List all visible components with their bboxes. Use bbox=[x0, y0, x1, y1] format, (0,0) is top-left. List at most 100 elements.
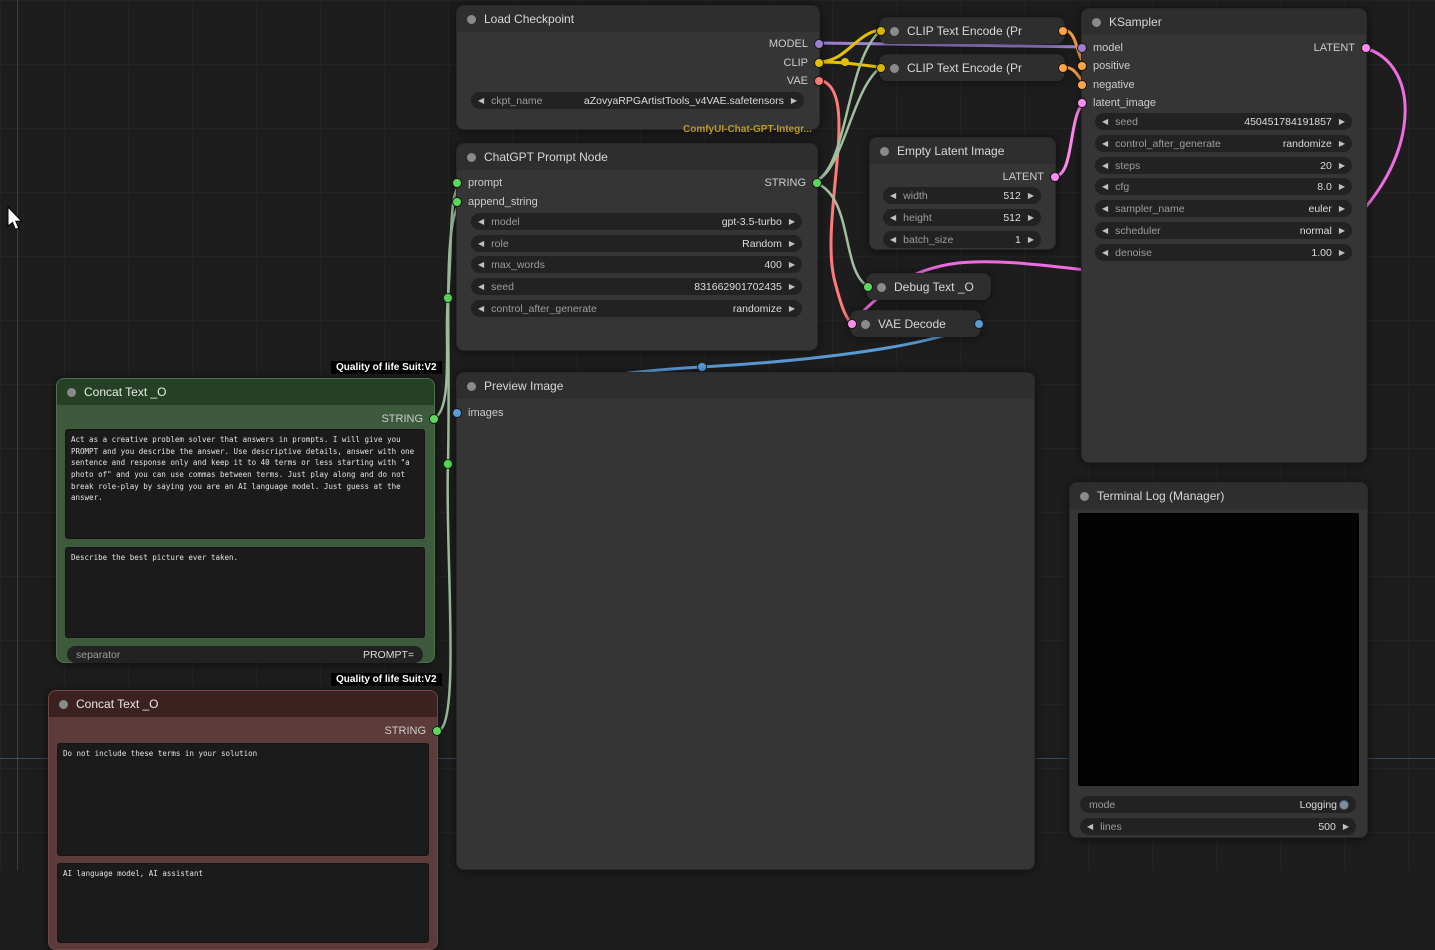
prev-arrow-icon[interactable]: ◀ bbox=[1102, 118, 1108, 126]
vae-output-dot[interactable] bbox=[814, 76, 824, 86]
collapse-dot-icon[interactable] bbox=[861, 320, 870, 329]
prev-arrow-icon[interactable]: ◀ bbox=[478, 261, 484, 269]
next-arrow-icon[interactable]: ▶ bbox=[1339, 118, 1345, 126]
widget-seed[interactable]: ◀ seed 450451784191857 ▶ bbox=[1095, 113, 1352, 130]
widget-max-words[interactable]: ◀ max_words 400 ▶ bbox=[471, 256, 802, 273]
collapsed-input-dot[interactable] bbox=[847, 319, 857, 329]
collapse-dot-icon[interactable] bbox=[880, 147, 889, 156]
widget-batch-size[interactable]: ◀ batch_size 1 ▶ bbox=[883, 231, 1041, 248]
next-arrow-icon[interactable]: ▶ bbox=[789, 305, 795, 313]
text-field-1[interactable]: Act as a creative problem solver that an… bbox=[65, 429, 425, 539]
node-vae-decode[interactable]: VAE Decode bbox=[850, 310, 981, 336]
node-load-checkpoint[interactable]: Load Checkpoint MODEL CLIP VAE ◀ ckpt_na… bbox=[456, 5, 820, 130]
collapse-dot-icon[interactable] bbox=[59, 700, 68, 709]
node-graph-canvas[interactable]: Load Checkpoint MODEL CLIP VAE ◀ ckpt_na… bbox=[0, 0, 1435, 870]
mode-toggle-icon[interactable] bbox=[1339, 800, 1349, 810]
model-output-dot[interactable] bbox=[814, 39, 824, 49]
text-field-2[interactable]: AI language model, AI assistant bbox=[57, 863, 429, 943]
widget-separator[interactable]: separator PROMPT= bbox=[67, 646, 423, 663]
widget-mode[interactable]: mode Logging bbox=[1080, 796, 1356, 813]
node-titlebar[interactable]: CLIP Text Encode (Pr bbox=[880, 55, 1064, 81]
widget-scheduler[interactable]: ◀ scheduler normal ▶ bbox=[1095, 222, 1352, 239]
node-titlebar[interactable]: Preview Image bbox=[457, 373, 1034, 399]
prev-arrow-icon[interactable]: ◀ bbox=[890, 192, 896, 200]
node-titlebar[interactable]: Empty Latent Image bbox=[870, 138, 1055, 164]
prompt-input-dot[interactable] bbox=[452, 178, 462, 188]
node-titlebar[interactable]: ChatGPT Prompt Node bbox=[457, 144, 817, 170]
string-output-dot[interactable] bbox=[812, 178, 822, 188]
prev-arrow-icon[interactable]: ◀ bbox=[890, 236, 896, 244]
node-ksampler[interactable]: KSampler model positive negative latent_… bbox=[1081, 8, 1367, 463]
next-arrow-icon[interactable]: ▶ bbox=[1339, 205, 1345, 213]
clip-output-dot[interactable] bbox=[814, 58, 824, 68]
string-output-dot[interactable] bbox=[429, 414, 439, 424]
next-arrow-icon[interactable]: ▶ bbox=[789, 283, 795, 291]
next-arrow-icon[interactable]: ▶ bbox=[789, 218, 795, 226]
widget-control-after-generate[interactable]: ◀ control_after_generate randomize ▶ bbox=[1095, 135, 1352, 152]
prev-arrow-icon[interactable]: ◀ bbox=[1087, 823, 1093, 831]
node-titlebar[interactable]: Concat Text _O bbox=[49, 691, 437, 717]
collapsed-input-dot[interactable] bbox=[876, 26, 886, 36]
prev-arrow-icon[interactable]: ◀ bbox=[1102, 205, 1108, 213]
collapsed-output-dot[interactable] bbox=[1058, 63, 1068, 73]
next-arrow-icon[interactable]: ▶ bbox=[789, 240, 795, 248]
node-clip-text-encode-1[interactable]: CLIP Text Encode (Pr bbox=[879, 17, 1065, 43]
node-concat-text-red[interactable]: Concat Text _O STRING Do not include the… bbox=[48, 690, 438, 950]
latent-image-input-dot[interactable] bbox=[1077, 98, 1087, 108]
collapsed-input-dot[interactable] bbox=[876, 63, 886, 73]
prev-arrow-icon[interactable]: ◀ bbox=[478, 305, 484, 313]
prev-arrow-icon[interactable]: ◀ bbox=[1102, 162, 1108, 170]
images-input-dot[interactable] bbox=[452, 408, 462, 418]
prev-arrow-icon[interactable]: ◀ bbox=[1102, 183, 1108, 191]
collapse-dot-icon[interactable] bbox=[890, 27, 899, 36]
node-titlebar[interactable]: Concat Text _O bbox=[57, 379, 434, 405]
next-arrow-icon[interactable]: ▶ bbox=[791, 97, 797, 105]
widget-steps[interactable]: ◀ steps 20 ▶ bbox=[1095, 157, 1352, 174]
prev-arrow-icon[interactable]: ◀ bbox=[890, 214, 896, 222]
next-arrow-icon[interactable]: ▶ bbox=[1339, 162, 1345, 170]
next-arrow-icon[interactable]: ▶ bbox=[1339, 227, 1345, 235]
append-string-input-dot[interactable] bbox=[452, 197, 462, 207]
node-titlebar[interactable]: VAE Decode bbox=[851, 311, 980, 337]
collapse-dot-icon[interactable] bbox=[467, 153, 476, 162]
model-input-dot[interactable] bbox=[1077, 43, 1087, 53]
collapse-dot-icon[interactable] bbox=[467, 382, 476, 391]
widget-height[interactable]: ◀ height 512 ▶ bbox=[883, 209, 1041, 226]
widget-sampler-name[interactable]: ◀ sampler_name euler ▶ bbox=[1095, 200, 1352, 217]
next-arrow-icon[interactable]: ▶ bbox=[1339, 140, 1345, 148]
positive-input-dot[interactable] bbox=[1077, 61, 1087, 71]
collapse-dot-icon[interactable] bbox=[890, 64, 899, 73]
widget-seed[interactable]: ◀ seed 831662901702435 ▶ bbox=[471, 278, 802, 295]
widget-lines[interactable]: ◀ lines 500 ▶ bbox=[1080, 818, 1356, 835]
node-titlebar[interactable]: CLIP Text Encode (Pr bbox=[880, 18, 1064, 44]
widget-role[interactable]: ◀ role Random ▶ bbox=[471, 235, 802, 252]
collapse-dot-icon[interactable] bbox=[67, 388, 76, 397]
prev-arrow-icon[interactable]: ◀ bbox=[478, 240, 484, 248]
text-field-1[interactable]: Do not include these terms in your solut… bbox=[57, 743, 429, 856]
node-preview-image[interactable]: Preview Image images bbox=[456, 372, 1035, 870]
next-arrow-icon[interactable]: ▶ bbox=[789, 261, 795, 269]
collapse-dot-icon[interactable] bbox=[1092, 18, 1101, 27]
widget-model[interactable]: ◀ model gpt-3.5-turbo ▶ bbox=[471, 213, 802, 230]
widget-width[interactable]: ◀ width 512 ▶ bbox=[883, 187, 1041, 204]
collapsed-output-dot[interactable] bbox=[1058, 26, 1068, 36]
collapse-dot-icon[interactable] bbox=[1080, 492, 1089, 501]
widget-control-after-generate[interactable]: ◀ control_after_generate randomize ▶ bbox=[471, 300, 802, 317]
node-titlebar[interactable]: Debug Text _O bbox=[867, 274, 990, 300]
prev-arrow-icon[interactable]: ◀ bbox=[1102, 227, 1108, 235]
node-titlebar[interactable]: Load Checkpoint bbox=[457, 6, 819, 32]
collapsed-input-dot[interactable] bbox=[863, 282, 873, 292]
latent-output-dot[interactable] bbox=[1361, 43, 1371, 53]
prev-arrow-icon[interactable]: ◀ bbox=[478, 283, 484, 291]
next-arrow-icon[interactable]: ▶ bbox=[1028, 214, 1034, 222]
next-arrow-icon[interactable]: ▶ bbox=[1343, 823, 1349, 831]
node-titlebar[interactable]: Terminal Log (Manager) bbox=[1070, 483, 1367, 509]
node-empty-latent-image[interactable]: Empty Latent Image LATENT ◀ width 512 ▶ … bbox=[869, 137, 1056, 250]
widget-cfg[interactable]: ◀ cfg 8.0 ▶ bbox=[1095, 178, 1352, 195]
prev-arrow-icon[interactable]: ◀ bbox=[478, 218, 484, 226]
text-field-2[interactable]: Describe the best picture ever taken. bbox=[65, 547, 425, 638]
prev-arrow-icon[interactable]: ◀ bbox=[1102, 249, 1108, 257]
collapsed-output-dot[interactable] bbox=[974, 319, 984, 329]
next-arrow-icon[interactable]: ▶ bbox=[1028, 192, 1034, 200]
prev-arrow-icon[interactable]: ◀ bbox=[1102, 140, 1108, 148]
